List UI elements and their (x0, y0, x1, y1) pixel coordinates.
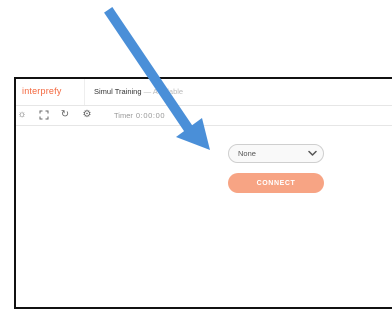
timer-value: 0:00:00 (135, 111, 166, 120)
app-window: interprefy Simul Training — Available ☼ … (14, 77, 392, 309)
tab-session[interactable]: Simul Training — Available (84, 79, 194, 105)
chevron-down-icon (308, 150, 317, 156)
app-logo: interprefy (22, 86, 62, 96)
connect-button[interactable]: CONNECT (228, 173, 324, 193)
channel-select-value: None (238, 149, 256, 158)
refresh-icon[interactable]: ↻ (59, 109, 71, 121)
toolbar: ☼ ↻ ⚙ Timer 0:00:00 (16, 105, 392, 126)
channel-select[interactable]: None (228, 144, 324, 163)
timer: Timer 0:00:00 (114, 111, 165, 120)
timer-label: Timer (114, 111, 133, 120)
brightness-icon[interactable]: ☼ (16, 109, 28, 121)
fullscreen-icon[interactable] (38, 109, 50, 121)
header-bar: interprefy Simul Training — Available (16, 79, 392, 106)
settings-icon[interactable]: ⚙ (81, 109, 93, 121)
tab-title: Simul Training (94, 87, 142, 96)
tab-status: — Available (141, 87, 184, 96)
